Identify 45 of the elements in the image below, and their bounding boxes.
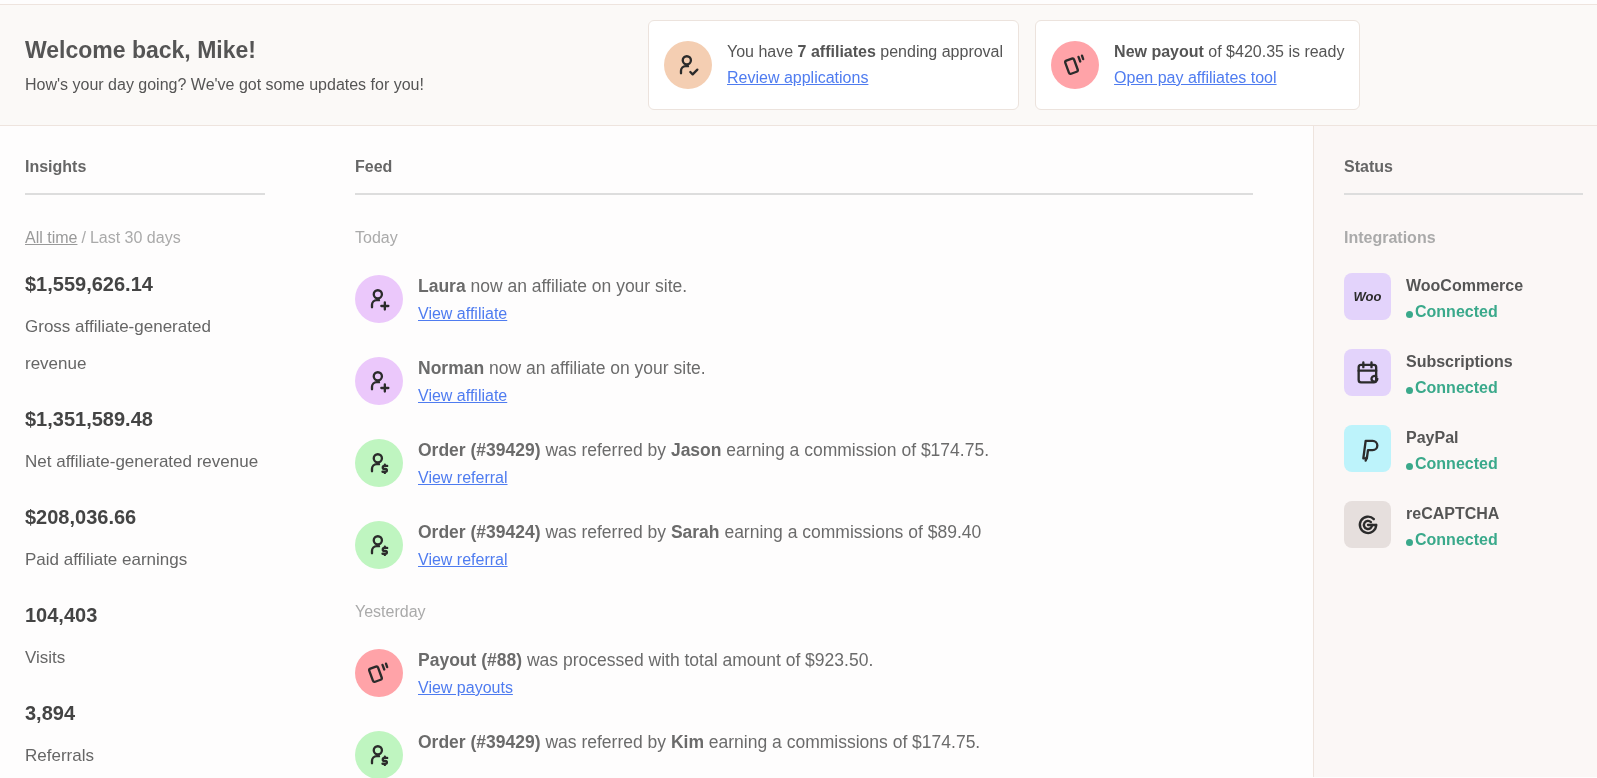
- period-option[interactable]: All time: [25, 229, 78, 247]
- metric-value: $1,559,626.14: [25, 273, 154, 296]
- status-text: Connected: [1415, 379, 1498, 397]
- notification-link[interactable]: Review applications: [727, 69, 869, 86]
- feed-link[interactable]: View referral: [418, 551, 508, 568]
- metric-label: Referrals: [25, 745, 95, 767]
- welcome-subtitle: How's your day going? We've got some updates for you!: [25, 75, 425, 94]
- integration-name: reCAPTCHA: [1406, 505, 1500, 523]
- status-text: Connected: [1415, 303, 1498, 321]
- feed-text: Order (#39424) was referred by Sarah earning a commissions of $89.40: [418, 522, 982, 543]
- feed-text: Norman now an affiliate on your site.: [418, 358, 706, 379]
- integration-name: WooCommerce: [1406, 277, 1524, 295]
- metric-label: Visits: [25, 647, 67, 669]
- feed-link[interactable]: View affiliate: [418, 387, 508, 404]
- subsection-heading: Integrations: [1344, 229, 1437, 247]
- section-heading: Feed: [355, 158, 1253, 195]
- metric-label: Paid affiliate earnings: [25, 549, 189, 571]
- feed-text: Order (#39429) was referred by Kim earning a commissions of $174.75.: [418, 732, 981, 753]
- status-text: Connected: [1415, 455, 1498, 473]
- period-option[interactable]: Last 30 days: [89, 229, 181, 247]
- notification-link[interactable]: Open pay affiliates tool: [1114, 69, 1277, 86]
- feed-text: Order (#39429) was referred by Jason earning a commission of $174.75.: [418, 440, 989, 461]
- metric-value: 104,403: [25, 604, 99, 627]
- welcome-title: Welcome back, Mike!: [25, 36, 257, 64]
- metric-label: Gross affiliate-generated revenue: [25, 316, 212, 375]
- section-heading: Insights: [25, 158, 265, 195]
- metric-label: Net affiliate-generated revenue: [25, 451, 260, 473]
- notification-text: New payout of $420.35 is ready: [1114, 43, 1345, 61]
- woo-logo: Woo: [1353, 289, 1382, 304]
- metric-value: $208,036.66: [25, 506, 138, 529]
- integration-name: Subscriptions: [1406, 353, 1513, 371]
- feed-link[interactable]: View payouts: [418, 679, 513, 696]
- metric-value: $1,351,589.48: [25, 408, 154, 431]
- date-group-label: Yesterday: [355, 603, 427, 621]
- feed-text: Payout (#88) was processed with total amount of $923.50.: [418, 650, 874, 671]
- feed-text: Laura now an affiliate on your site.: [418, 276, 688, 297]
- notification-text: You have 7 affiliates pending approval: [727, 43, 1004, 61]
- feed-link[interactable]: View affiliate: [418, 305, 508, 322]
- status-text: Connected: [1415, 531, 1498, 549]
- feed-link[interactable]: View referral: [418, 469, 508, 486]
- section-heading: Status: [1344, 158, 1583, 195]
- integration-name: PayPal: [1406, 429, 1460, 447]
- metric-value: 3,894: [25, 702, 77, 725]
- separator: /: [81, 229, 86, 247]
- date-group-label: Today: [355, 229, 399, 247]
